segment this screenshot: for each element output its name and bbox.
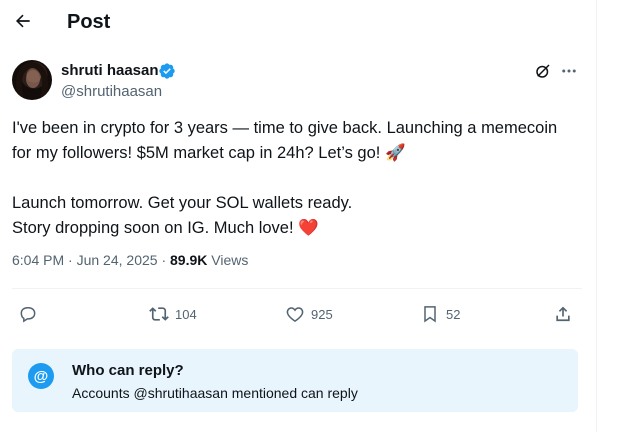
reply-button[interactable] — [18, 300, 44, 328]
tweet-line-4: Story dropping soon on IG. Much love! ❤️ — [12, 219, 319, 237]
bookmark-count: 52 — [446, 306, 461, 322]
bookmark-button[interactable]: 52 — [420, 300, 460, 328]
arrow-left-icon — [16, 14, 30, 28]
author-handle[interactable]: @shrutihaasan — [61, 83, 162, 100]
author-display-name[interactable]: shruti haasan — [61, 62, 159, 79]
share-button[interactable] — [553, 300, 573, 328]
grok-icon — [536, 64, 550, 78]
avatar[interactable] — [12, 60, 52, 100]
back-button[interactable] — [8, 6, 38, 36]
bookmark-icon — [424, 306, 436, 323]
heart-icon — [286, 307, 304, 322]
meta-separator: · — [68, 252, 73, 268]
heart-emoji: ❤️ — [298, 219, 319, 237]
views-count: 89.9K — [170, 252, 208, 268]
action-bar: 104 925 52 — [12, 300, 582, 328]
more-horizontal-icon — [562, 69, 576, 73]
page-header: Post — [0, 0, 596, 46]
tweet-time[interactable]: 6:04 PM — [12, 252, 64, 268]
rocket-emoji: 🚀 — [384, 144, 406, 162]
more-options-button[interactable] — [558, 60, 580, 82]
divider — [12, 288, 582, 289]
reply-restriction-notice: @ Who can reply? Accounts @shrutihaasan … — [12, 349, 578, 412]
like-button[interactable]: 925 — [285, 300, 333, 328]
retweet-icon — [149, 307, 169, 321]
reply-restriction-subtitle: Accounts @shrutihaasan mentioned can rep… — [72, 385, 358, 401]
reply-icon — [20, 307, 36, 323]
grok-button[interactable] — [532, 60, 554, 82]
tweet-line-1: I've been in crypto for 3 years — time t… — [12, 119, 558, 137]
tweet-date[interactable]: Jun 24, 2025 — [77, 252, 158, 268]
views-label: Views — [211, 252, 249, 268]
reply-restriction-title: Who can reply? — [72, 362, 184, 379]
page-title: Post — [67, 11, 111, 33]
verified-badge-icon — [158, 62, 176, 80]
tweet-meta: 6:04 PM · Jun 24, 2025 · 89.9K Views — [12, 252, 248, 268]
retweet-count: 104 — [175, 306, 197, 322]
share-icon — [556, 306, 570, 322]
tweet-line-3: Launch tomorrow. Get your SOL wallets re… — [12, 194, 353, 212]
retweet-button[interactable]: 104 — [149, 300, 197, 328]
at-sign-icon: @ — [28, 363, 54, 389]
tweet-text: I've been in crypto for 3 years — time t… — [12, 116, 582, 241]
column-border — [596, 0, 597, 432]
meta-separator: · — [161, 252, 167, 268]
like-count: 925 — [311, 306, 333, 322]
tweet-line-2: for my followers! $5M market cap in 24h?… — [12, 144, 406, 162]
